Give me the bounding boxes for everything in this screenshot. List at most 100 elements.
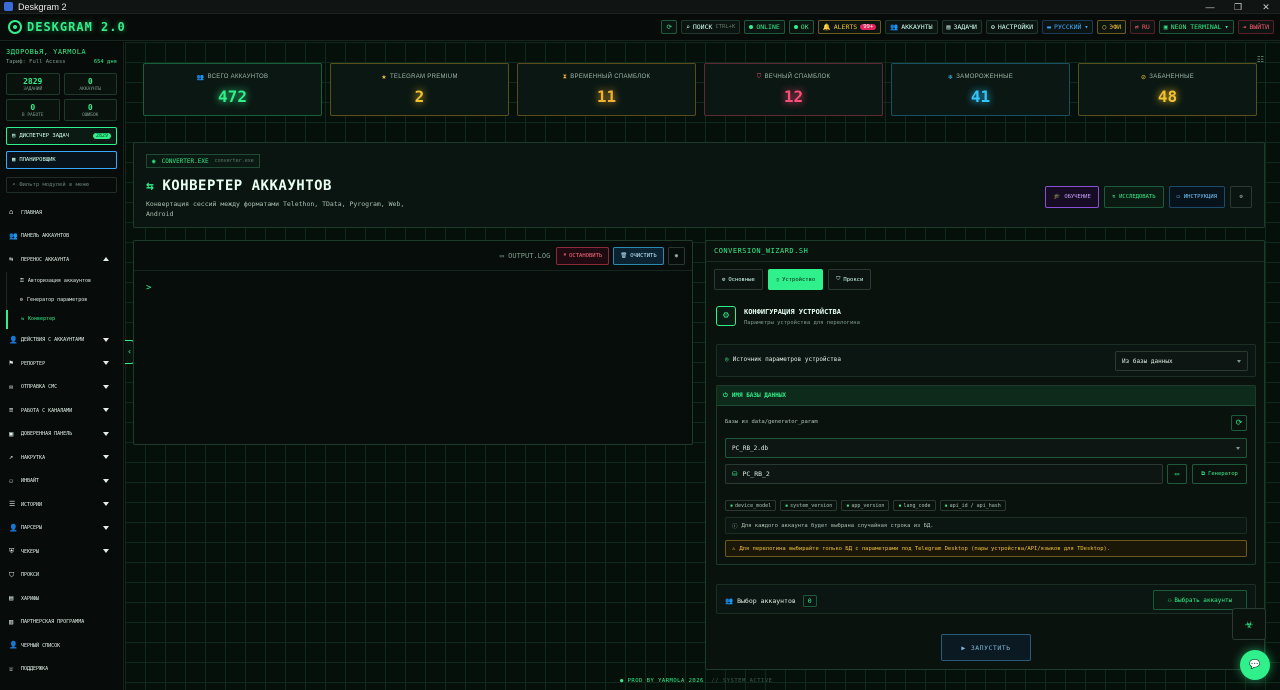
header-settings-button[interactable]: ⚙ (1230, 186, 1252, 208)
search-button[interactable]: ⌕ ПОИСК CTRL+K (680, 20, 741, 34)
stat-errors[interactable]: 0 ОШИБОК (63, 99, 117, 121)
nav-item-0[interactable]: 👤 ДЕЙСТВИЯ С АККАУНТАМИ (0, 329, 123, 353)
select-accounts-button[interactable]: ⚇ Выбрать аккаунты (1153, 590, 1247, 610)
nav-item-9[interactable]: ⛨ ЧЕКЕРЫ (0, 540, 123, 564)
clear-button[interactable]: 🗑 ОЧИСТИТЬ (613, 246, 664, 265)
stat-card[interactable]: 👥 ВСЕГО АККАУНТОВ 472 (143, 63, 322, 116)
stat-card-label: ВСЕГО АККАУНТОВ (207, 74, 269, 80)
maximize-button[interactable]: ❐ (1224, 0, 1252, 14)
app-logo[interactable]: DESKGRAM 2.0 (8, 20, 126, 34)
logout-button[interactable]: ⇥ ВЫЙТИ (1237, 20, 1274, 34)
nav-account-transfer[interactable]: ⇆ ПЕРЕНОС АККАУНТА (0, 248, 123, 272)
plan-label: Тариф: Full Access (6, 59, 66, 65)
module-filter-input[interactable]: ⌕ Фильтр модулей в меню (6, 177, 117, 193)
database-icon: ⛁ (732, 470, 738, 478)
search-icon: ⌕ (12, 182, 16, 188)
tasks-button[interactable]: ▤ ЗАДАЧИ (941, 20, 982, 34)
nav-item-7[interactable]: ☰ ИСТОРИИ (0, 493, 123, 517)
ban-icon: ⊘ (1140, 74, 1147, 81)
stat-tasks[interactable]: 2829 ЗАДАНИЙ (6, 73, 60, 95)
nav-accounts-panel[interactable]: 👥 ПАНЕЛЬ АККАУНТОВ (0, 225, 123, 249)
run-button[interactable]: ▶ ЗАПУСТИТЬ (941, 634, 1031, 661)
chat-button[interactable]: 💬 (1240, 650, 1270, 680)
tab-main[interactable]: ⚙ Основные (714, 269, 763, 290)
theme-toggle[interactable]: ◯ ЭФИ (1097, 20, 1127, 34)
stat-card[interactable]: ★ TELEGRAM PREMIUM 2 (330, 63, 509, 116)
cfg-title: КОНФИГУРАЦИЯ УСТРОЙСТВА (744, 308, 841, 316)
instruction-button[interactable]: ▭ ИНСТРУКЦИЯ (1168, 186, 1225, 208)
nav-item-1[interactable]: ⚑ РЕПОРТЕР (0, 352, 123, 376)
sidebar: ЗДОРОВЬЯ, YARMOLA Тариф: Full Access 654 … (0, 42, 124, 690)
flask-icon: ⚗ (1111, 194, 1116, 200)
nav-item-2[interactable]: ✉ ОТПРАВКА СМС (0, 376, 123, 400)
nav-label: ИСТОРИИ (21, 501, 43, 508)
chevron-down-icon (103, 408, 109, 412)
stat-card-value: 41 (970, 86, 991, 106)
learn-button[interactable]: 🎓 ОБУЧЕНИЕ (1045, 186, 1099, 208)
view-toggle-button[interactable]: ◉ (667, 246, 685, 265)
stat-card-value: 11 (596, 86, 617, 106)
nav-item-14[interactable]: ☏ ПОДДЕРЖКА (0, 658, 123, 682)
nav-item-4[interactable]: ▣ ДОВЕРЕННАЯ ПАНЕЛЬ (0, 423, 123, 447)
layout-grid-icon[interactable]: ☷ (1257, 55, 1264, 64)
users-icon: 👥 (9, 231, 18, 240)
ok-status: OK (788, 20, 814, 34)
external-icon: ⧉ (1201, 470, 1206, 477)
nav-item-13[interactable]: 👤 ЧЕРНЫЙ СПИСОК (0, 634, 123, 658)
nav-item-10[interactable]: ⛉ ПРОКСИ (0, 564, 123, 588)
stat-card[interactable]: ⛉ ВЕЧНЫЙ СПАМБЛОК 12 (704, 63, 883, 116)
nav-item-11[interactable]: ▤ ХАРИФЫ (0, 587, 123, 611)
tasks-icon: ▤ (946, 23, 951, 31)
logo-icon (8, 20, 22, 34)
tab-proxy[interactable]: ⛉ Прокси (828, 269, 872, 290)
search-icon: ⌕ (685, 23, 690, 31)
nav-item-5[interactable]: ↗ НАКРУТКА (0, 446, 123, 470)
tag-icon: ▪ (846, 502, 850, 509)
db-refresh-button[interactable]: ⟳ (1231, 415, 1247, 431)
nav-home[interactable]: ⌂ ГЛАВНАЯ (0, 201, 123, 225)
terminal-icon: ▣ (1163, 23, 1168, 31)
swap-icon: ⇆ (146, 178, 155, 194)
stat-running[interactable]: 0В РАБОТЕ (6, 99, 60, 121)
nav-item-8[interactable]: 👤 ПАРСЕРЫ (0, 517, 123, 541)
stat-card[interactable]: ⧗ ВРЕМЕННЫЙ СПАМБЛОК 11 (517, 63, 696, 116)
research-button[interactable]: ⚗ ИССЛЕДОВАТЬ (1103, 186, 1164, 208)
users-icon: 👥 (890, 23, 899, 31)
refresh-button[interactable]: ⟳ (661, 20, 677, 34)
db-select[interactable]: PC_RB_2.db (725, 438, 1247, 458)
settings-button[interactable]: ⚙ НАСТРОЙКИ (985, 20, 1039, 34)
stat-card-label: ВРЕМЕННЫЙ СПАМБЛОК (570, 74, 651, 80)
scheduler-button[interactable]: ▦ ПЛАНИРОВЩИК (6, 151, 117, 169)
window-title: Deskgram 2 (18, 1, 67, 12)
nav-item-6[interactable]: ⚇ ИНВАЙТ (0, 470, 123, 494)
sub-auth[interactable]: ⚿ Авторизация аккаунтов (6, 271, 120, 291)
dispatcher-button[interactable]: ▤ ДИСПЕТЧЕР ЗАДАЧ 2829 (6, 127, 117, 145)
terminal-theme-select[interactable]: ▣ NEON TERMINAL ▾ (1158, 20, 1234, 34)
nav-item-3[interactable]: ≡ РАБОТА С КАНАЛАМИ (0, 399, 123, 423)
ru-toggle[interactable]: ⇄ RU (1130, 20, 1155, 34)
sub-converter[interactable]: ⇆ Конвертер (6, 309, 120, 329)
close-window-button[interactable]: ✕ (1252, 0, 1280, 14)
minimize-button[interactable]: — (1196, 0, 1224, 14)
accounts-button[interactable]: 👥 АККАУНТЫ (885, 20, 938, 34)
stat-card[interactable]: ⊘ ЗАБАНЕННЫЕ 48 (1078, 63, 1257, 116)
alerts-button[interactable]: 🔔 ALERTS 99+ (817, 20, 882, 34)
mascot-avatar[interactable]: ☣ (1232, 608, 1266, 640)
generator-button[interactable]: ⧉ Генератор (1192, 464, 1247, 484)
nav-label: ЧЕКЕРЫ (21, 548, 40, 555)
clipboard-icon: ▤ (12, 133, 16, 139)
terminal-prompt[interactable]: > (146, 283, 151, 293)
db-name-input[interactable]: ⛁ PC_RB_2 (725, 464, 1163, 484)
book-icon: ▭ (1176, 194, 1180, 200)
folder-button[interactable]: ▭ (1167, 464, 1187, 484)
tab-device[interactable]: ▯ Устройство (767, 269, 824, 290)
stat-card[interactable]: ❄ ЗАМОРОЖЕННЫЕ 41 (891, 63, 1070, 116)
device-source-select[interactable]: Из базы данных (1115, 351, 1248, 371)
output-terminal: ▭ OUTPUT.LOG ⏸ ОСТАНОВИТЬ 🗑 ОЧИСТИТЬ ◉ > (133, 240, 693, 445)
nav-item-12[interactable]: ▥ ПАРТНЕРСКАЯ ПРОГРАММА (0, 611, 123, 635)
stop-button[interactable]: ⏸ ОСТАНОВИТЬ (556, 246, 610, 265)
language-select[interactable]: ▬ РУССКИЙ ▾ (1042, 20, 1094, 34)
db-hint: Базы из data/generator_param (725, 419, 818, 425)
stat-accounts[interactable]: 0 АККАУНТЫ (63, 73, 117, 95)
sub-generator[interactable]: ⚙ Генератор параметров (6, 290, 120, 310)
